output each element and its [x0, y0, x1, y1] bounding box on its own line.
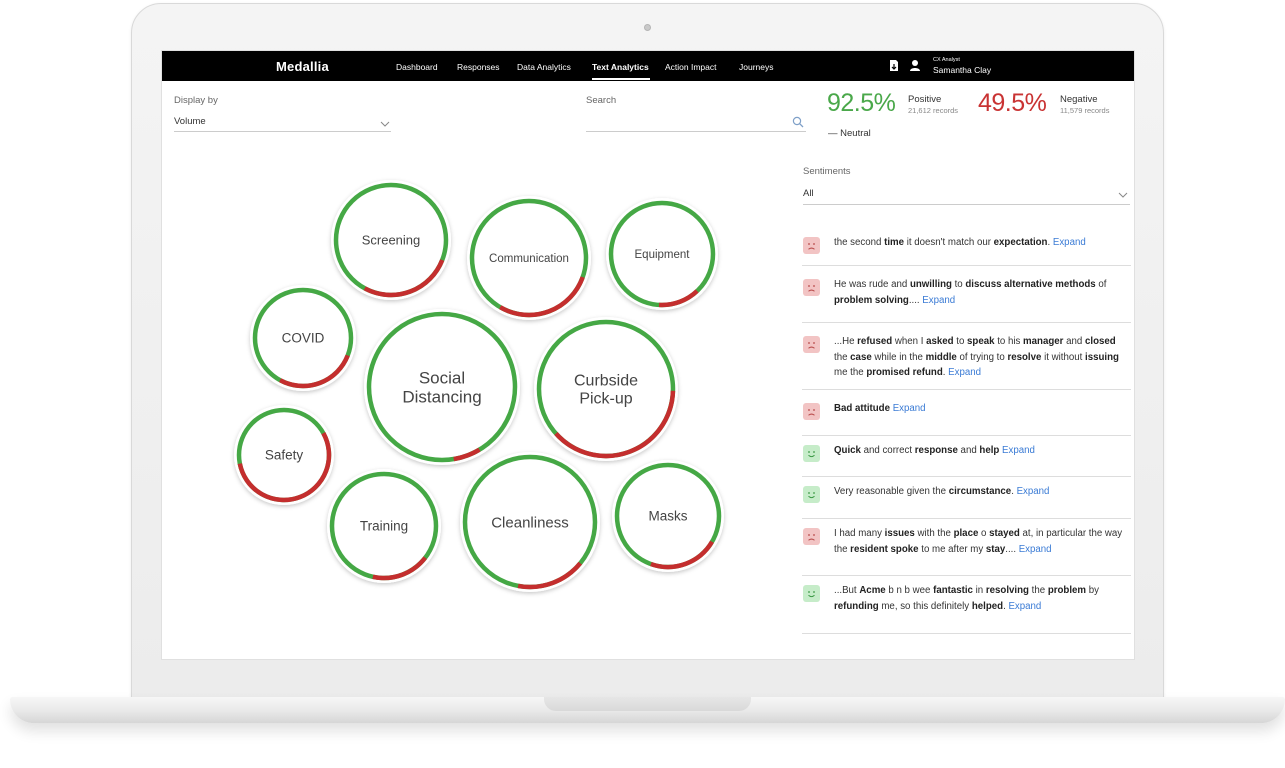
happy-face-icon — [803, 445, 820, 462]
bubble-label: Equipment — [635, 249, 691, 261]
comment-text: I had many issues with the place o staye… — [834, 528, 1123, 555]
topic-bubble-safety[interactable]: Safety — [234, 405, 334, 505]
comment-text: the second time it doesn't match our exp… — [834, 237, 1086, 248]
bubble-label: Communication — [489, 253, 569, 265]
list-divider — [802, 322, 1131, 323]
expand-link[interactable]: Expand — [1017, 486, 1050, 497]
bubble-label: Training — [360, 519, 408, 534]
expand-link[interactable]: Expand — [948, 367, 981, 378]
comment-text: Bad attitude Expand — [834, 403, 926, 414]
bubble-label: COVID — [282, 331, 325, 346]
topic-bubble-social-distancing[interactable]: SocialDistancing — [364, 309, 520, 465]
camera-icon — [644, 24, 651, 31]
comment-text: He was rude and unwilling to discuss alt… — [834, 279, 1107, 306]
bubble-label: Safety — [265, 448, 304, 463]
topic-bubble-cleanliness[interactable]: Cleanliness — [460, 452, 600, 592]
comment-text: Quick and correct response and help Expa… — [834, 445, 1035, 456]
topic-bubble-screening[interactable]: Screening — [331, 180, 451, 300]
expand-link[interactable]: Expand — [922, 295, 955, 306]
topic-bubble-training[interactable]: Training — [327, 469, 441, 583]
expand-link[interactable]: Expand — [1053, 237, 1086, 248]
app-screen: Medallia Dashboard Responses Data Analyt… — [161, 50, 1135, 660]
list-divider — [802, 575, 1131, 576]
comment-text: ...He refused when I asked to speak to h… — [834, 336, 1119, 378]
topic-bubble-communication[interactable]: Communication — [467, 196, 591, 320]
expand-link[interactable]: Expand — [1002, 445, 1035, 456]
expand-link[interactable]: Expand — [1019, 544, 1052, 555]
list-divider — [802, 435, 1131, 436]
sad-face-icon — [803, 279, 820, 296]
comment-text: Very reasonable given the circumstance. … — [834, 486, 1050, 497]
bubble-label: Curbside — [574, 373, 638, 390]
expand-link[interactable]: Expand — [1008, 601, 1041, 612]
list-divider — [802, 389, 1131, 390]
comment-text: ...But Acme b n b wee fantastic in resol… — [834, 585, 1099, 612]
bubble-label: Screening — [362, 233, 421, 248]
topic-bubble-equipment[interactable]: Equipment — [606, 198, 718, 310]
expand-link[interactable]: Expand — [893, 403, 926, 414]
bubble-label: Cleanliness — [491, 514, 569, 531]
bubble-label: Masks — [648, 509, 687, 524]
sad-face-icon — [803, 528, 820, 545]
list-divider — [802, 476, 1131, 477]
laptop-notch — [544, 697, 751, 711]
happy-face-icon — [803, 585, 820, 602]
topic-bubble-curbside-pick-up[interactable]: CurbsidePick-up — [534, 317, 678, 461]
topic-bubble-covid[interactable]: COVID — [250, 285, 356, 391]
sad-face-icon — [803, 403, 820, 420]
list-divider — [802, 518, 1131, 519]
bubble-label: Social — [419, 368, 465, 387]
sad-face-icon — [803, 336, 820, 353]
bubble-label: Distancing — [402, 387, 481, 406]
list-divider — [802, 265, 1131, 266]
topic-bubble-masks[interactable]: Masks — [612, 460, 724, 572]
sad-face-icon — [803, 237, 820, 254]
list-divider — [802, 633, 1131, 634]
bubble-label: Pick-up — [579, 391, 632, 408]
happy-face-icon — [803, 486, 820, 503]
